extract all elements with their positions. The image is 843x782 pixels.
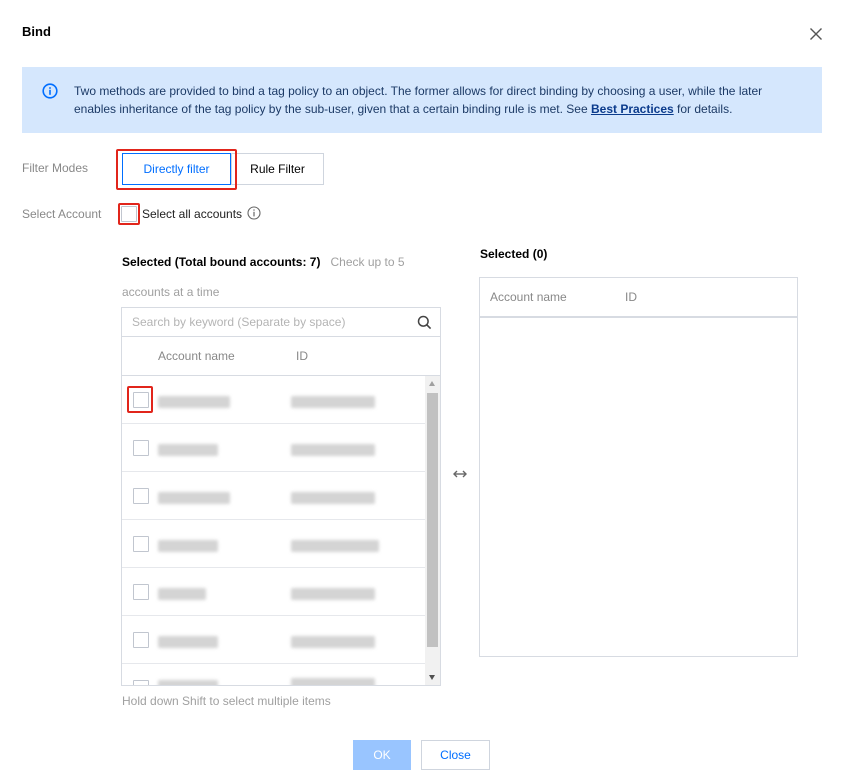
scrollbar-thumb[interactable]: [427, 393, 438, 647]
row-checkbox[interactable]: [133, 536, 149, 552]
left-panel-header: Selected (Total bound accounts: 7) Check…: [122, 247, 422, 307]
account-list-box: Account name ID: [121, 307, 441, 686]
info-circle-icon[interactable]: [247, 206, 261, 220]
select-all-checkbox[interactable]: [121, 206, 137, 222]
directly-filter-button[interactable]: Directly filter: [122, 153, 231, 185]
redacted-account-id: [291, 444, 375, 456]
right-column-header: Account name ID: [480, 278, 797, 318]
redacted-account-name: [158, 588, 206, 600]
notice-text: Two methods are provided to bind a tag p…: [74, 82, 794, 118]
redacted-account-id: [291, 396, 375, 408]
redacted-account-id: [291, 540, 379, 552]
table-row[interactable]: [122, 472, 425, 520]
rule-filter-button[interactable]: Rule Filter: [231, 153, 324, 185]
redacted-account-name: [158, 636, 218, 648]
scroll-up-arrow-icon[interactable]: [425, 376, 440, 392]
best-practices-link[interactable]: Best Practices: [591, 102, 674, 116]
shift-select-hint: Hold down Shift to select multiple items: [122, 694, 331, 708]
id-column: ID: [625, 290, 637, 304]
redacted-account-name: [158, 540, 218, 552]
table-row[interactable]: [122, 520, 425, 568]
row-checkbox[interactable]: [133, 392, 149, 408]
account-name-column: Account name: [158, 349, 235, 363]
account-rows: [122, 376, 425, 685]
dialog-title: Bind: [22, 24, 51, 39]
right-panel-title: Selected (0): [480, 247, 548, 261]
info-icon: [42, 83, 58, 99]
selected-list-box: Account name ID: [479, 277, 798, 657]
table-row[interactable]: [122, 424, 425, 472]
ok-button[interactable]: OK: [353, 740, 411, 770]
table-row[interactable]: [122, 376, 425, 424]
row-checkbox[interactable]: [133, 488, 149, 504]
table-row[interactable]: [122, 616, 425, 664]
redacted-account-id: [291, 588, 375, 600]
row-checkbox[interactable]: [133, 584, 149, 600]
redacted-account-id: [291, 636, 375, 648]
scroll-down-arrow-icon[interactable]: [425, 669, 440, 685]
list-scrollbar[interactable]: [425, 376, 440, 685]
row-checkbox[interactable]: [133, 680, 149, 685]
redacted-account-name: [158, 680, 218, 685]
account-name-column: Account name: [490, 290, 567, 304]
row-checkbox[interactable]: [133, 440, 149, 456]
search-icon[interactable]: [417, 315, 432, 330]
close-icon[interactable]: [806, 24, 826, 44]
table-row[interactable]: [122, 568, 425, 616]
table-row[interactable]: [122, 664, 425, 685]
redacted-account-name: [158, 492, 230, 504]
left-column-header: Account name ID: [122, 337, 440, 376]
row-checkbox[interactable]: [133, 632, 149, 648]
select-account-label: Select Account: [22, 207, 102, 221]
redacted-account-id: [291, 492, 375, 504]
close-button[interactable]: Close: [421, 740, 490, 770]
left-panel-title: Selected (Total bound accounts: 7): [122, 255, 321, 269]
swap-arrows-icon[interactable]: [451, 467, 469, 481]
info-notice: Two methods are provided to bind a tag p…: [22, 67, 822, 133]
redacted-account-name: [158, 396, 230, 408]
filter-modes-label: Filter Modes: [22, 161, 89, 175]
id-column: ID: [296, 349, 308, 363]
redacted-account-id: [291, 678, 375, 685]
notice-suffix: for details.: [673, 102, 733, 116]
select-all-label[interactable]: Select all accounts: [142, 207, 242, 221]
search-input[interactable]: [122, 308, 440, 337]
redacted-account-name: [158, 444, 218, 456]
